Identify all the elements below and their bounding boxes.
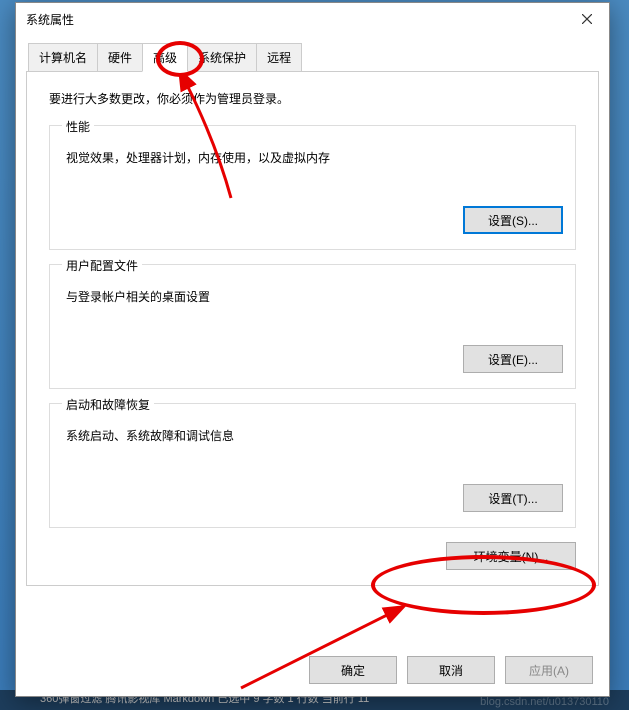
- startup-recovery-desc: 系统启动、系统故障和调试信息: [66, 427, 563, 444]
- admin-note: 要进行大多数更改，你必须作为管理员登录。: [49, 90, 576, 107]
- tab-panel-advanced: 要进行大多数更改，你必须作为管理员登录。 性能 视觉效果，处理器计划，内存使用，…: [26, 72, 599, 586]
- tab-computer-name[interactable]: 计算机名: [28, 43, 98, 71]
- environment-variables-button[interactable]: 环境变量(N)...: [446, 542, 576, 570]
- dialog-body: 计算机名 硬件 高级 系统保护 远程 要进行大多数更改，你必须作为管理员登录。 …: [16, 35, 609, 696]
- user-profiles-settings-button[interactable]: 设置(E)...: [463, 345, 563, 373]
- user-profiles-group: 用户配置文件 与登录帐户相关的桌面设置 设置(E)...: [49, 264, 576, 389]
- titlebar: 系统属性: [16, 3, 609, 35]
- performance-settings-button[interactable]: 设置(S)...: [463, 206, 563, 234]
- apply-button[interactable]: 应用(A): [505, 656, 593, 684]
- user-profiles-title: 用户配置文件: [62, 257, 142, 274]
- cancel-button[interactable]: 取消: [407, 656, 495, 684]
- performance-group: 性能 视觉效果，处理器计划，内存使用，以及虚拟内存 设置(S)...: [49, 125, 576, 250]
- startup-recovery-settings-button[interactable]: 设置(T)...: [463, 484, 563, 512]
- tab-hardware[interactable]: 硬件: [97, 43, 143, 71]
- performance-title: 性能: [62, 118, 94, 135]
- tab-system-protection[interactable]: 系统保护: [187, 43, 257, 71]
- tab-remote[interactable]: 远程: [256, 43, 302, 71]
- dialog-button-row: 确定 取消 应用(A): [309, 656, 593, 684]
- ok-button[interactable]: 确定: [309, 656, 397, 684]
- tab-strip: 计算机名 硬件 高级 系统保护 远程: [26, 43, 599, 72]
- tab-advanced[interactable]: 高级: [142, 43, 188, 72]
- close-icon: [582, 14, 592, 24]
- startup-recovery-title: 启动和故障恢复: [62, 396, 154, 413]
- watermark: blog.csdn.net/u013730110: [480, 696, 609, 708]
- system-properties-dialog: 系统属性 计算机名 硬件 高级 系统保护 远程 要进行大多数更改，你必须作为管理…: [15, 2, 610, 697]
- performance-desc: 视觉效果，处理器计划，内存使用，以及虚拟内存: [66, 149, 563, 166]
- close-button[interactable]: [564, 3, 609, 35]
- startup-recovery-group: 启动和故障恢复 系统启动、系统故障和调试信息 设置(T)...: [49, 403, 576, 528]
- window-title: 系统属性: [26, 11, 564, 28]
- user-profiles-desc: 与登录帐户相关的桌面设置: [66, 288, 563, 305]
